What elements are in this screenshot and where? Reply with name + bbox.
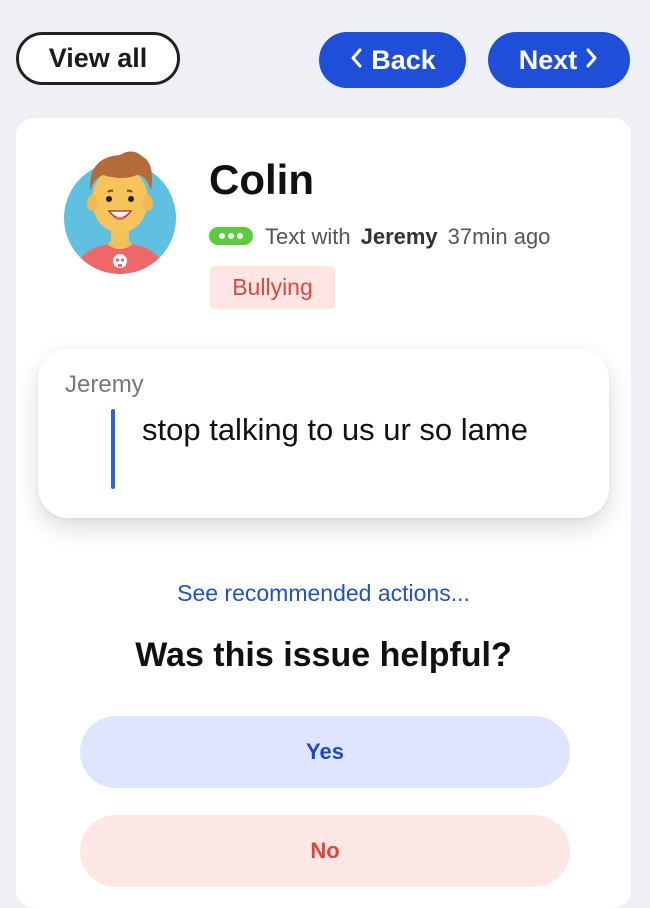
chat-bubble-icon	[209, 225, 255, 249]
next-label: Next	[518, 44, 578, 75]
flagged-message: Jeremy stop talking to us ur so lame	[38, 349, 609, 518]
next-button[interactable]: Next	[488, 32, 630, 88]
chevron-left-icon	[349, 47, 363, 74]
view-all-label: View all	[48, 43, 148, 73]
top-navigation: View all Back Next	[0, 0, 650, 110]
contact-name: Jeremy	[360, 224, 438, 249]
no-label: No	[310, 838, 340, 863]
no-button[interactable]: No	[80, 815, 570, 887]
conversation-meta: Text with Jeremy 37min ago	[209, 222, 550, 252]
chevron-right-icon	[585, 47, 599, 74]
yes-button[interactable]: Yes	[80, 716, 570, 788]
category-label: Bullying	[232, 274, 313, 300]
recommended-actions-link[interactable]: See recommended actions...	[16, 580, 631, 607]
category-badge: Bullying	[210, 266, 335, 309]
message-sender: Jeremy	[65, 371, 144, 398]
channel-label: Text with	[265, 224, 351, 249]
avatar	[63, 145, 177, 275]
quote-bar	[111, 409, 115, 489]
back-button[interactable]: Back	[319, 32, 466, 88]
back-label: Back	[371, 44, 436, 75]
view-all-button[interactable]: View all	[16, 32, 180, 85]
child-name: Colin	[209, 156, 314, 203]
alert-card: Colin Text with Jeremy 37min ago Bullyin…	[16, 118, 631, 908]
message-text: stop talking to us ur so lame	[142, 412, 528, 447]
helpful-question: Was this issue helpful?	[135, 636, 512, 674]
time-ago: 37min ago	[447, 224, 551, 249]
yes-label: Yes	[306, 739, 344, 764]
